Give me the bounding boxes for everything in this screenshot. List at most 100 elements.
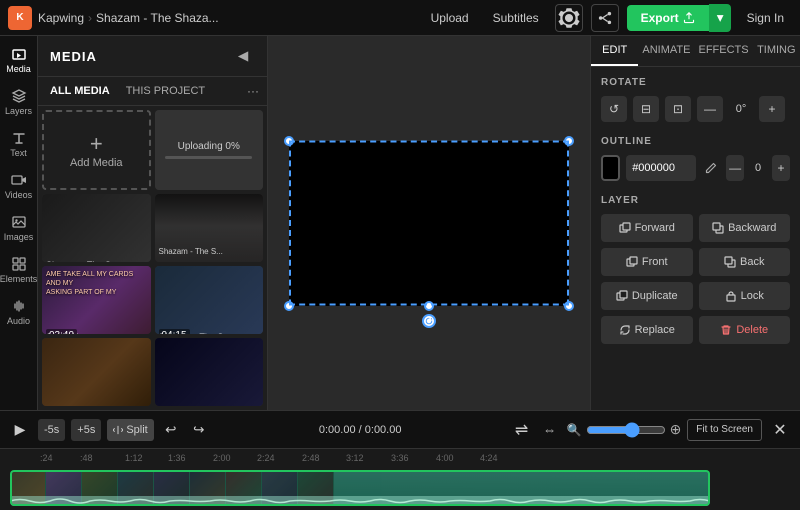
sidebar-item-elements[interactable]: Elements <box>1 250 37 290</box>
signin-button[interactable]: Sign In <box>739 7 792 29</box>
tab-timing[interactable]: TIMING <box>753 36 800 66</box>
rotate-minus-button[interactable]: — <box>697 96 723 122</box>
uploading-media-item[interactable]: Uploading 0% <box>155 110 264 190</box>
front-icon <box>626 256 638 268</box>
upload-thumb: Uploading 0% <box>155 110 264 190</box>
media-icon <box>11 46 27 62</box>
outline-plus-button[interactable]: + <box>772 155 790 181</box>
media-grid: + Add Media Uploading 0% Shazam - The S.… <box>38 106 267 410</box>
outline-title: OUTLINE <box>601 136 790 147</box>
replace-button[interactable]: Replace <box>601 316 693 344</box>
merge-button[interactable]: ⇌ <box>511 419 533 441</box>
main-area: Media Layers Text Videos Images Elements… <box>0 36 800 410</box>
zoom-out-icon: 🔍 <box>567 423 582 437</box>
media-tab-project[interactable]: THIS PROJECT <box>122 83 209 99</box>
export-dropdown-button[interactable]: ▾ <box>709 4 731 32</box>
layers-icon <box>11 88 27 104</box>
media-item-shazam2[interactable]: 04:15 Shazam - The S... <box>155 266 264 334</box>
right-tabs: EDIT ANIMATE EFFECTS TIMING <box>591 36 800 67</box>
media-item-5[interactable] <box>42 338 151 406</box>
lock-label: Lock <box>741 290 764 302</box>
close-timeline-button[interactable]: ✕ <box>768 418 792 442</box>
handle-top-left[interactable] <box>284 136 294 146</box>
media-panel-collapse-button[interactable]: ◀ <box>231 44 255 68</box>
images-icon <box>11 214 27 230</box>
app-logo: K <box>8 6 32 30</box>
duplicate-button[interactable]: Duplicate <box>601 282 693 310</box>
tab-effects[interactable]: EFFECTS <box>694 36 752 66</box>
add-media-item[interactable]: + Add Media <box>42 110 151 190</box>
zoom-slider[interactable] <box>586 422 666 438</box>
handle-bottom-center[interactable] <box>424 301 434 311</box>
media-panel-title: MEDIA <box>50 49 97 64</box>
right-panel-content: ROTATE ↺ ⊟ ⊡ — 0° + OUTLINE <box>591 67 800 410</box>
media-tab-all[interactable]: ALL MEDIA <box>46 83 114 99</box>
backward-button[interactable]: Backward <box>699 214 791 242</box>
sidebar-item-audio[interactable]: Audio <box>1 292 37 332</box>
duplicate-icon <box>616 290 628 302</box>
outline-edit-button[interactable] <box>702 155 720 181</box>
sidebar-item-text[interactable]: Text <box>1 124 37 164</box>
flip-h-button[interactable]: ⊟ <box>633 96 659 122</box>
trim-button[interactable]: ⇔ <box>539 419 561 441</box>
play-button[interactable]: ▶ <box>8 418 32 442</box>
fit-to-screen-button[interactable]: Fit to Screen <box>687 419 762 441</box>
share-button[interactable] <box>591 4 619 32</box>
outline-minus-button[interactable]: — <box>726 155 744 181</box>
rotate-ccw-button[interactable]: ↺ <box>601 96 627 122</box>
lock-button[interactable]: Lock <box>699 282 791 310</box>
video-track[interactable] <box>10 470 710 506</box>
sidebar: Media Layers Text Videos Images Elements… <box>0 36 38 410</box>
layer-controls-grid: Forward Backward Front Back <box>601 214 790 344</box>
handle-rotate[interactable] <box>422 314 436 328</box>
sidebar-audio-label: Audio <box>7 316 30 326</box>
skip-back-button[interactable]: -5s <box>38 419 65 441</box>
audio-icon <box>11 298 27 314</box>
media-item-justin[interactable]: AME TAKE ALL MY CARDS AND MYASKING PART … <box>42 266 151 334</box>
handle-bottom-right[interactable] <box>564 301 574 311</box>
settings-button[interactable] <box>555 4 583 32</box>
sidebar-media-label: Media <box>6 64 31 74</box>
outline-color-picker[interactable] <box>601 155 620 181</box>
back-button[interactable]: Back <box>699 248 791 276</box>
add-media-label: Add Media <box>70 157 123 169</box>
rotate-plus-button[interactable]: + <box>759 96 785 122</box>
video-canvas[interactable] <box>289 141 569 306</box>
uploading-label: Uploading 0% <box>178 141 240 152</box>
timeline-tracks <box>0 466 800 510</box>
sidebar-item-videos[interactable]: Videos <box>1 166 37 206</box>
forward-button[interactable]: Forward <box>601 214 693 242</box>
outline-value-display: 0 <box>750 162 766 174</box>
waveform-svg <box>10 496 710 506</box>
upload-button[interactable]: Upload <box>423 7 477 29</box>
split-button[interactable]: Split <box>107 419 153 441</box>
delete-button[interactable]: Delete <box>699 316 791 344</box>
undo-button[interactable]: ↩ <box>160 419 182 441</box>
media-item-shazam[interactable]: Shazam - The S... <box>155 194 264 262</box>
flip-v-button[interactable]: ⊡ <box>665 96 691 122</box>
share-icon <box>598 11 612 25</box>
duplicate-label: Duplicate <box>632 290 678 302</box>
media-thumb-5 <box>42 338 151 406</box>
timeline-ruler: :24 :48 1:12 1:36 2:00 2:24 2:48 3:12 3:… <box>0 449 800 466</box>
media-item-6[interactable] <box>155 338 264 406</box>
media-item-1[interactable]: Shazam - The S... <box>42 194 151 262</box>
skip-forward-button[interactable]: +5s <box>71 419 101 441</box>
videos-icon <box>11 172 27 188</box>
outline-color-input[interactable] <box>626 155 696 181</box>
tab-animate[interactable]: ANIMATE <box>638 36 694 66</box>
media-tab-more-button[interactable]: ··· <box>247 84 259 98</box>
front-button[interactable]: Front <box>601 248 693 276</box>
sidebar-videos-label: Videos <box>5 190 32 200</box>
handle-top-right[interactable] <box>564 136 574 146</box>
sidebar-item-images[interactable]: Images <box>1 208 37 248</box>
rotate-controls: ↺ ⊟ ⊡ — 0° + <box>601 96 790 122</box>
export-button[interactable]: Export <box>627 5 709 31</box>
sidebar-item-media[interactable]: Media <box>1 40 37 80</box>
subtitles-button[interactable]: Subtitles <box>485 7 547 29</box>
redo-button[interactable]: ↪ <box>188 419 210 441</box>
tab-edit[interactable]: EDIT <box>591 36 638 66</box>
zoom-in-icon: ⊕ <box>670 421 682 438</box>
handle-bottom-left[interactable] <box>284 301 294 311</box>
sidebar-item-layers[interactable]: Layers <box>1 82 37 122</box>
